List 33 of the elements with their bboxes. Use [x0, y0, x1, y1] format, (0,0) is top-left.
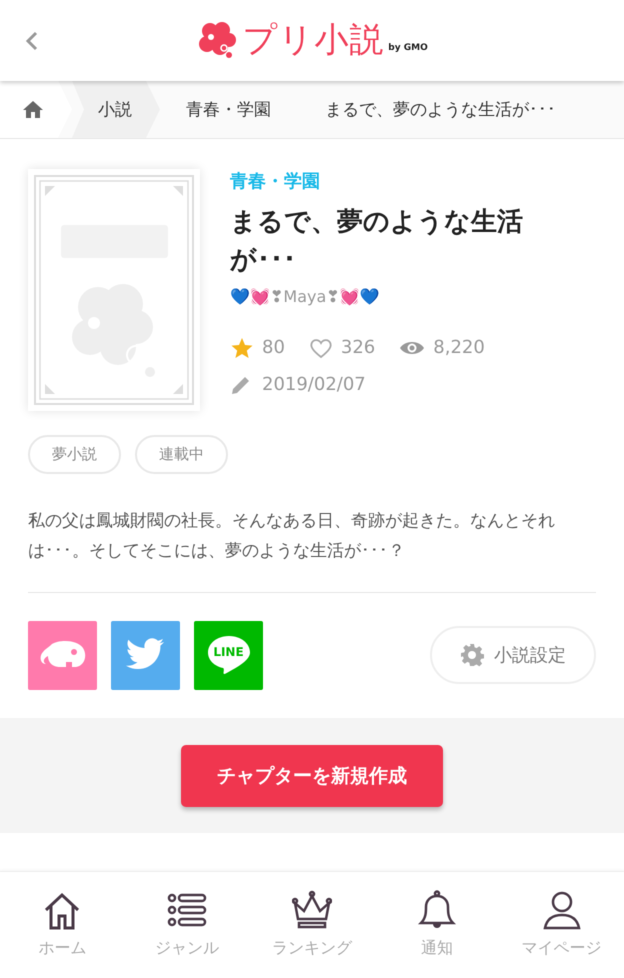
star-icon	[230, 336, 254, 360]
person-icon	[542, 890, 582, 930]
breadcrumb-link[interactable]: まるで、夢のような生活が･･･	[299, 80, 584, 138]
logo-text: プリ小説	[242, 19, 384, 62]
line-share-button[interactable]: LINE	[194, 620, 263, 690]
logo-byline: by GMO	[388, 43, 428, 54]
nav-tab[interactable]: ジャンル	[124, 872, 250, 978]
settings-icon	[460, 643, 484, 668]
novel-title: まるで、夢のような生活が･･･	[230, 206, 524, 277]
category-label[interactable]: 青春・学園	[230, 168, 530, 193]
breadcrumb-link[interactable]: 小説	[72, 80, 160, 138]
star-count: 80	[262, 337, 285, 358]
crown-icon	[292, 890, 332, 930]
novel-description: 私の父は鳳城財閥の社長。そんなある日、奇跡が起きた。なんとそれは･･･。そしてそこには、夢のような生活が･･･？	[28, 506, 596, 593]
nav-tab[interactable]: マイページ	[499, 872, 624, 978]
bell-icon	[416, 890, 457, 930]
update-date: 2019/02/07	[262, 374, 366, 396]
tag-chip[interactable]: 夢小説	[28, 434, 121, 474]
twitter-share-button[interactable]	[111, 620, 180, 690]
heart-icon	[308, 336, 333, 359]
tag-chip[interactable]: 連載中	[135, 434, 228, 474]
elephant-share-button[interactable]	[28, 620, 97, 690]
speech-bubble-icon	[206, 634, 252, 676]
nav-tab[interactable]: 通知	[374, 872, 500, 978]
like-count: 326	[340, 337, 376, 358]
nav-tab[interactable]: ホーム	[0, 872, 125, 978]
home-icon[interactable]	[22, 99, 44, 120]
view-count: 8,220	[433, 337, 485, 358]
novel-settings-button[interactable]: 小説設定	[430, 626, 596, 684]
author-name[interactable]: 💙💓❣Maya❣💓💙	[230, 286, 530, 306]
nav-tab[interactable]: ランキング	[250, 872, 374, 978]
line-logo-text: LINE	[213, 645, 244, 660]
create-chapter-button[interactable]: チャプターを新規作成	[181, 744, 443, 807]
